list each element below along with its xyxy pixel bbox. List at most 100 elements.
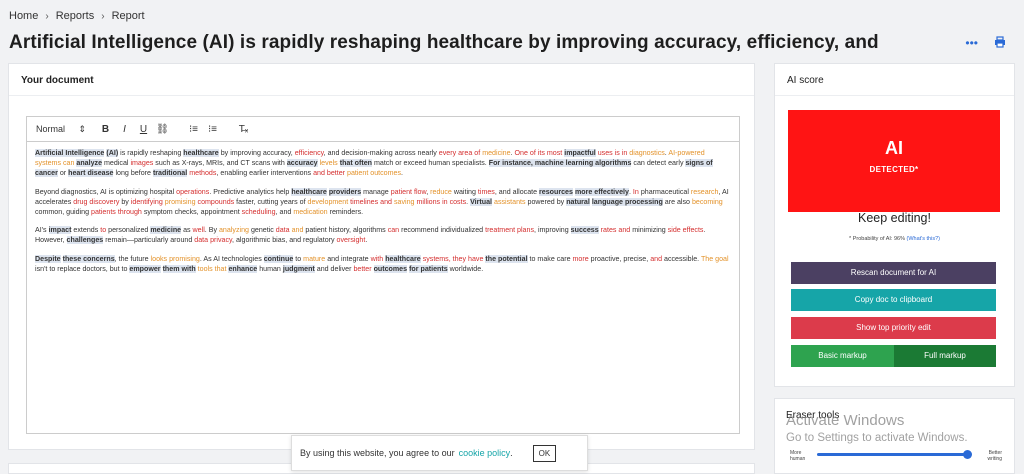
highlighted-phrase[interactable]: Artificial Intelligence <box>35 149 105 157</box>
print-icon[interactable] <box>994 36 1006 51</box>
highlighted-phrase[interactable]: outcomes <box>373 264 408 273</box>
copy-clipboard-button[interactable]: Copy doc to clipboard <box>791 289 996 311</box>
document-editor[interactable]: Normal ⇕ B I U ⛓ ⁝≡ ⁝≡ T̶ₓ Artificial Int… <box>26 116 740 434</box>
highlighted-phrase[interactable]: healthcare <box>183 149 219 157</box>
flagged-phrase[interactable]: assistants <box>494 198 526 206</box>
flagged-phrase[interactable]: timelines and <box>350 198 392 206</box>
flagged-phrase[interactable]: analyzing <box>219 226 249 234</box>
highlighted-phrase[interactable]: (AI) <box>106 149 119 157</box>
highlighted-phrase[interactable]: these concerns <box>62 254 115 263</box>
rescan-button[interactable]: Rescan document for AI <box>791 262 996 284</box>
flagged-phrase[interactable]: levels <box>320 159 338 167</box>
highlighted-phrase[interactable]: impactful <box>564 149 596 157</box>
flagged-phrase[interactable]: compounds <box>198 198 235 206</box>
highlighted-phrase[interactable]: success <box>570 226 599 235</box>
highlighted-phrase[interactable]: heart disease <box>68 169 114 178</box>
flagged-phrase[interactable]: well <box>193 226 205 234</box>
highlighted-phrase[interactable]: providers <box>328 187 362 196</box>
flagged-phrase[interactable]: patient flow <box>391 188 427 196</box>
highlighted-phrase[interactable]: empower <box>129 264 161 273</box>
flagged-phrase[interactable]: research <box>691 188 719 196</box>
format-select[interactable]: Normal ⇕ <box>36 124 94 135</box>
link-icon[interactable]: ⛓ <box>155 124 170 135</box>
highlighted-phrase[interactable]: accuracy <box>286 159 318 168</box>
flagged-phrase[interactable]: operations <box>176 188 209 196</box>
highlighted-phrase[interactable]: analyze <box>76 159 103 168</box>
flagged-phrase[interactable]: promising <box>165 198 196 206</box>
highlighted-phrase[interactable]: that often <box>339 159 373 168</box>
ordered-list-icon[interactable]: ⁝≡ <box>186 124 201 135</box>
cookie-ok-button[interactable]: OK <box>532 444 557 462</box>
show-priority-edit-button[interactable]: Show top priority edit <box>791 317 996 339</box>
italic-button[interactable]: I <box>117 124 132 135</box>
highlighted-phrase[interactable]: challenges <box>66 236 104 245</box>
flagged-phrase[interactable]: and <box>292 226 304 234</box>
breadcrumb-home[interactable]: Home <box>9 10 38 22</box>
flagged-phrase[interactable]: oversight <box>337 236 366 244</box>
flagged-phrase[interactable]: saving <box>394 198 415 206</box>
flagged-phrase[interactable]: more <box>573 255 589 263</box>
editor-paragraph[interactable]: Despite these concerns, the future looks… <box>35 254 731 274</box>
highlighted-phrase[interactable]: For instance, machine learning algorithm… <box>488 159 632 168</box>
flagged-phrase[interactable]: medicine <box>482 149 510 157</box>
more-dots-icon[interactable]: ••• <box>965 36 978 51</box>
flagged-phrase[interactable]: One of its most <box>515 149 563 157</box>
flagged-phrase[interactable]: methods <box>189 169 216 177</box>
highlighted-phrase[interactable]: judgment <box>282 264 315 273</box>
flagged-phrase[interactable]: tools that <box>198 265 227 273</box>
flagged-phrase[interactable]: treatment plans <box>485 226 534 234</box>
highlighted-phrase[interactable]: for patients <box>409 264 448 273</box>
highlighted-phrase[interactable]: healthcare <box>385 254 421 263</box>
flagged-phrase[interactable]: and better <box>313 169 345 177</box>
underline-button[interactable]: U <box>136 124 151 135</box>
flagged-phrase[interactable]: The goal <box>701 255 729 263</box>
flagged-phrase[interactable]: development <box>308 198 349 206</box>
editor-paragraph[interactable]: AI's impact extends to personalized medi… <box>35 225 731 245</box>
highlighted-phrase[interactable]: language processing <box>591 197 663 206</box>
editor-paragraph[interactable]: Beyond diagnostics, AI is optimizing hos… <box>35 187 731 218</box>
flagged-phrase[interactable]: diagnostics <box>629 149 665 157</box>
highlighted-phrase[interactable]: natural <box>566 197 590 206</box>
highlighted-phrase[interactable]: them with <box>162 264 196 273</box>
flagged-phrase[interactable]: images <box>130 159 153 167</box>
breadcrumb-reports[interactable]: Reports <box>56 10 95 22</box>
flagged-phrase[interactable]: patients through <box>91 208 142 216</box>
flagged-phrase[interactable]: with <box>371 255 384 263</box>
flagged-phrase[interactable]: reduce <box>430 188 452 196</box>
clear-format-icon[interactable]: T̶ₓ <box>236 124 251 135</box>
flagged-phrase[interactable]: patient outcomes <box>347 169 401 177</box>
bold-button[interactable]: B <box>98 124 113 135</box>
highlighted-phrase[interactable]: healthcare <box>291 187 327 196</box>
flagged-phrase[interactable]: mature <box>303 255 325 263</box>
editor-content[interactable]: Artificial Intelligence (AI) is rapidly … <box>27 142 739 274</box>
whats-this-link[interactable]: (What's this?) <box>907 236 940 242</box>
highlighted-phrase[interactable]: medicine <box>150 226 182 235</box>
eraser-slider-thumb[interactable] <box>963 450 972 459</box>
bullet-list-icon[interactable]: ⁝≡ <box>205 124 220 135</box>
flagged-phrase[interactable]: drug discovery <box>73 198 119 206</box>
highlighted-phrase[interactable]: traditional <box>152 169 188 178</box>
flagged-phrase[interactable]: efficiency <box>295 149 324 157</box>
flagged-phrase[interactable]: times <box>478 188 495 196</box>
highlighted-phrase[interactable]: Virtual <box>470 197 493 206</box>
flagged-phrase[interactable]: side effects <box>668 226 704 234</box>
flagged-phrase[interactable]: millions in costs <box>416 198 466 206</box>
highlighted-phrase[interactable]: more effectively <box>574 187 629 196</box>
highlighted-phrase[interactable]: Despite <box>35 254 61 263</box>
highlighted-phrase[interactable]: continue <box>263 254 294 263</box>
highlighted-phrase[interactable]: the potential <box>485 254 528 263</box>
flagged-phrase[interactable]: and <box>650 255 662 263</box>
flagged-phrase[interactable]: better <box>353 265 371 273</box>
basic-markup-button[interactable]: Basic markup <box>791 345 894 367</box>
flagged-phrase[interactable]: uses is in <box>598 149 628 157</box>
flagged-phrase[interactable]: data privacy <box>194 236 232 244</box>
highlighted-phrase[interactable]: resources <box>539 187 573 196</box>
editor-paragraph[interactable]: Artificial Intelligence (AI) is rapidly … <box>35 148 731 179</box>
flagged-phrase[interactable]: data <box>276 226 290 234</box>
flagged-phrase[interactable]: can <box>388 226 399 234</box>
flagged-phrase[interactable]: scheduling <box>242 208 276 216</box>
eraser-slider-track[interactable] <box>817 453 969 456</box>
highlighted-phrase[interactable]: enhance <box>228 264 258 273</box>
flagged-phrase[interactable]: systems, they have <box>423 255 484 263</box>
highlighted-phrase[interactable]: impact <box>48 226 72 235</box>
